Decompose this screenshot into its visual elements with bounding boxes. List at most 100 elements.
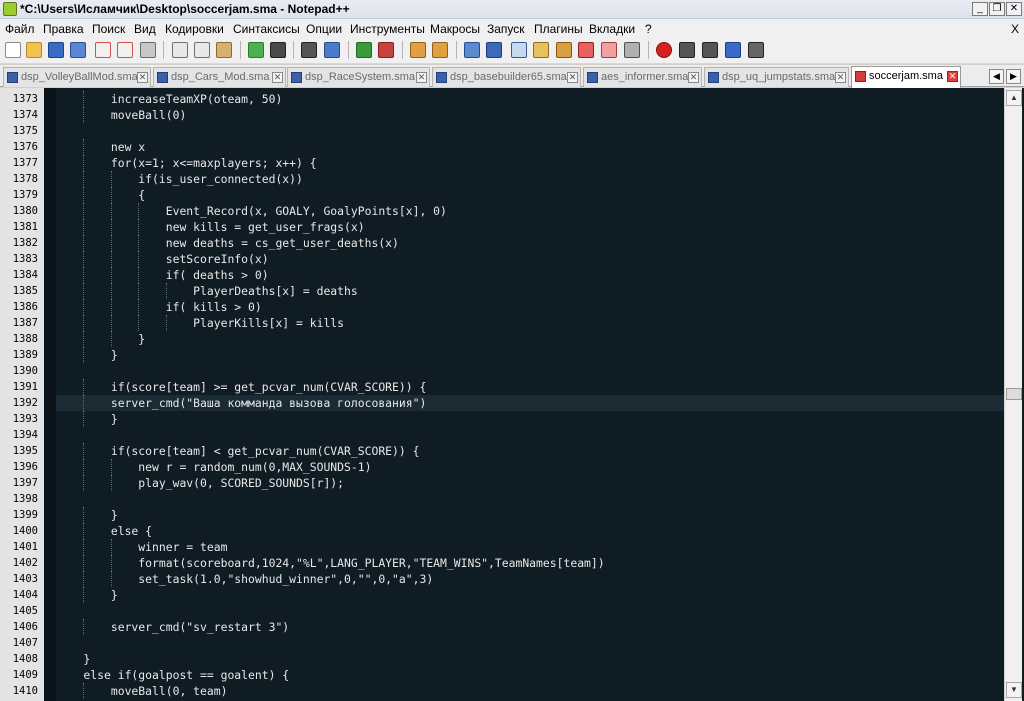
code-line[interactable]: server_cmd("Ваша комманда вызова голосов… xyxy=(56,395,1004,411)
function-list-icon[interactable] xyxy=(578,42,594,58)
maximize-button[interactable]: ❐ xyxy=(989,2,1005,16)
code-area[interactable]: increaseTeamXP(oteam, 50) moveBall(0) ne… xyxy=(56,91,1004,701)
tab-close-icon[interactable]: ✕ xyxy=(272,72,283,83)
code-line[interactable]: set_task(1.0,"showhud_winner",0,"",0,"a"… xyxy=(56,571,1004,587)
replace-icon[interactable] xyxy=(324,42,340,58)
code-line[interactable]: play_wav(0, SCORED_SOUNDS[r]); xyxy=(56,475,1004,491)
scroll-down-icon[interactable]: ▼ xyxy=(1006,682,1022,698)
menu-edit[interactable]: Правка xyxy=(43,22,84,36)
tab-close-icon[interactable]: ✕ xyxy=(688,72,699,83)
code-line[interactable]: if( kills > 0) xyxy=(56,299,1004,315)
save-all-icon[interactable] xyxy=(70,42,86,58)
tab-close-icon[interactable]: ✕ xyxy=(567,72,578,83)
code-line[interactable]: } xyxy=(56,331,1004,347)
save-macro-icon[interactable] xyxy=(748,42,764,58)
word-wrap-icon[interactable] xyxy=(464,42,480,58)
menu-options[interactable]: Опции xyxy=(306,22,342,36)
code-line[interactable]: } xyxy=(56,587,1004,603)
record-macro-icon[interactable] xyxy=(656,42,672,58)
tab-dsp-uq-jumpstats[interactable]: dsp_uq_jumpstats.sma ✕ xyxy=(704,67,849,87)
menu-tabs[interactable]: Вкладки xyxy=(589,22,635,36)
code-line[interactable]: if(score[team] >= get_pcvar_num(CVAR_SCO… xyxy=(56,379,1004,395)
code-line[interactable]: else if(goalpost == goalent) { xyxy=(56,667,1004,683)
close-all-icon[interactable] xyxy=(117,42,133,58)
code-line[interactable]: format(scoreboard,1024,"%L",LANG_PLAYER,… xyxy=(56,555,1004,571)
cut-icon[interactable] xyxy=(172,42,188,58)
sync-horizontal-icon[interactable] xyxy=(432,42,448,58)
new-file-icon[interactable] xyxy=(5,42,21,58)
code-line[interactable] xyxy=(56,427,1004,443)
tab-soccerjam[interactable]: soccerjam.sma ✕ xyxy=(851,66,961,88)
tab-aes-informer[interactable]: aes_informer.sma ✕ xyxy=(583,67,702,87)
code-line[interactable]: new r = random_num(0,MAX_SOUNDS-1) xyxy=(56,459,1004,475)
code-line[interactable]: if(is_user_connected(x)) xyxy=(56,171,1004,187)
copy-icon[interactable] xyxy=(194,42,210,58)
code-line[interactable]: winner = team xyxy=(56,539,1004,555)
code-editor[interactable]: 1373 1374 1375 1376 1377 1378 1379 1380 1381 1382… xyxy=(0,88,1024,701)
save-icon[interactable] xyxy=(48,42,64,58)
tab-close-icon[interactable]: ✕ xyxy=(416,72,427,83)
scroll-thumb[interactable] xyxy=(1006,388,1022,400)
tab-close-icon[interactable]: ✕ xyxy=(947,71,958,82)
scroll-up-icon[interactable]: ▲ xyxy=(1006,90,1022,106)
code-line[interactable]: Event_Record(x, GOALY, GoalyPoints[x], 0… xyxy=(56,203,1004,219)
minimize-button[interactable]: _ xyxy=(972,2,988,16)
zoom-out-icon[interactable] xyxy=(378,42,394,58)
user-language-icon[interactable] xyxy=(533,42,549,58)
code-line[interactable]: if( deaths > 0) xyxy=(56,267,1004,283)
tab-scroll-left-icon[interactable]: ◀ xyxy=(989,69,1004,84)
code-line[interactable]: increaseTeamXP(oteam, 50) xyxy=(56,91,1004,107)
document-map-icon[interactable] xyxy=(556,42,572,58)
close-window-button[interactable]: ✕ xyxy=(1006,2,1022,16)
indent-guide-icon[interactable] xyxy=(511,42,527,58)
code-line[interactable]: moveBall(0) xyxy=(56,107,1004,123)
tab-scroll-right-icon[interactable]: ▶ xyxy=(1006,69,1021,84)
code-line[interactable] xyxy=(56,123,1004,139)
vertical-scrollbar[interactable]: ▲ ▼ xyxy=(1004,88,1022,701)
code-line[interactable] xyxy=(56,363,1004,379)
code-line[interactable] xyxy=(56,491,1004,507)
code-line[interactable]: new deaths = cs_get_user_deaths(x) xyxy=(56,235,1004,251)
menu-encoding[interactable]: Кодировки xyxy=(165,22,224,36)
code-line[interactable]: } xyxy=(56,507,1004,523)
menu-run[interactable]: Запуск xyxy=(487,22,525,36)
code-line[interactable] xyxy=(56,635,1004,651)
code-line[interactable] xyxy=(56,603,1004,619)
run-macro-multiple-icon[interactable] xyxy=(725,42,741,58)
close-icon[interactable] xyxy=(95,42,111,58)
code-line[interactable]: PlayerKills[x] = kills xyxy=(56,315,1004,331)
show-all-characters-icon[interactable] xyxy=(486,42,502,58)
code-line[interactable]: moveBall(0, team) xyxy=(56,683,1004,699)
code-line[interactable]: { xyxy=(56,187,1004,203)
undo-icon[interactable] xyxy=(248,42,264,58)
print-icon[interactable] xyxy=(140,42,156,58)
code-line[interactable]: else { xyxy=(56,523,1004,539)
stop-recording-icon[interactable] xyxy=(679,42,695,58)
menu-tools[interactable]: Инструменты xyxy=(350,22,425,36)
code-line[interactable]: } xyxy=(56,411,1004,427)
code-line[interactable]: setScoreInfo(x) xyxy=(56,251,1004,267)
menu-file[interactable]: Файл xyxy=(5,22,35,36)
sync-vertical-icon[interactable] xyxy=(410,42,426,58)
fold-margin[interactable] xyxy=(44,88,56,701)
menu-plugins[interactable]: Плагины xyxy=(534,22,583,36)
zoom-in-icon[interactable] xyxy=(356,42,372,58)
close-document-button[interactable]: X xyxy=(1011,22,1019,36)
tab-close-icon[interactable]: ✕ xyxy=(137,72,148,83)
menu-view[interactable]: Вид xyxy=(134,22,156,36)
code-line[interactable]: PlayerDeaths[x] = deaths xyxy=(56,283,1004,299)
playback-macro-icon[interactable] xyxy=(702,42,718,58)
menu-macros[interactable]: Макросы xyxy=(430,22,480,36)
code-line[interactable]: server_cmd("sv_restart 3") xyxy=(56,619,1004,635)
tab-close-icon[interactable]: ✕ xyxy=(835,72,846,83)
menu-search[interactable]: Поиск xyxy=(92,22,125,36)
menu-help[interactable]: ? xyxy=(645,22,652,36)
tab-dsp-volleyballmod[interactable]: dsp_VolleyBallMod.sma ✕ xyxy=(3,67,151,87)
code-line[interactable]: for(x=1; x<=maxplayers; x++) { xyxy=(56,155,1004,171)
monitoring-icon[interactable] xyxy=(624,42,640,58)
find-icon[interactable] xyxy=(301,42,317,58)
open-file-icon[interactable] xyxy=(26,42,42,58)
tab-dsp-cars-mod[interactable]: dsp_Cars_Mod.sma ✕ xyxy=(153,67,286,87)
menu-syntax[interactable]: Синтаксисы xyxy=(233,22,300,36)
code-line[interactable]: if(score[team] < get_pcvar_num(CVAR_SCOR… xyxy=(56,443,1004,459)
